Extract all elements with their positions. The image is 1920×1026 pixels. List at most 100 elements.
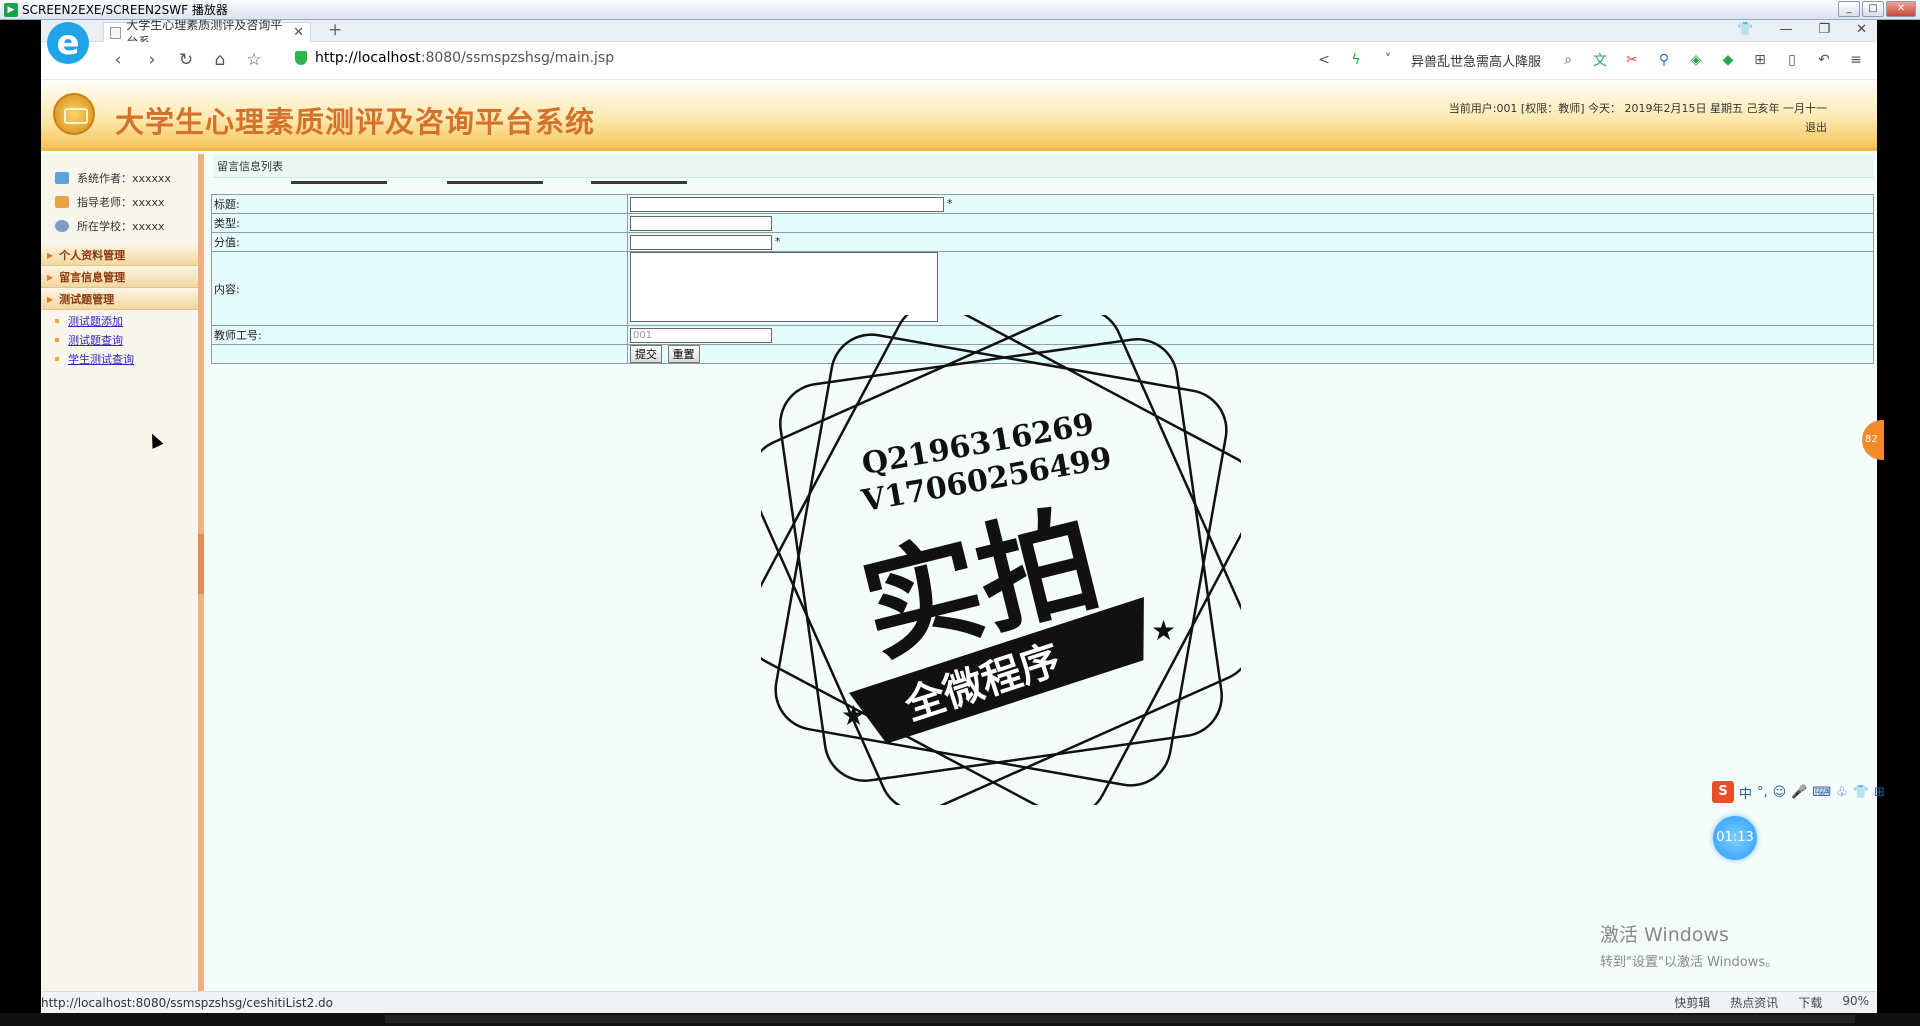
logout-link[interactable]: 退出	[1805, 119, 1827, 135]
main-content: 留言信息列表 标题: * 类型: 分值: * 内容: 教师工号: 001 提交 …	[211, 154, 1874, 991]
player-control-bar	[0, 1013, 1920, 1026]
secure-shield-icon	[295, 51, 307, 65]
school-icon	[55, 220, 69, 232]
download-button[interactable]: 下载	[1798, 994, 1822, 1011]
sub-item-student-test[interactable]: 学生测试查询	[41, 349, 198, 368]
security-shield-icon[interactable]: ◆	[1719, 52, 1737, 68]
ime-chinese-mode[interactable]: 中	[1739, 783, 1752, 802]
content-label: 内容:	[211, 251, 628, 326]
strip-segment	[591, 181, 687, 184]
site-title: 大学生心理素质测评及咨询平台系统	[115, 105, 596, 139]
sogou-ime-icon[interactable]: S	[1712, 781, 1734, 803]
title-input[interactable]	[630, 196, 944, 212]
home-button[interactable]: ⌂	[203, 50, 237, 70]
browser-restore-button[interactable]: ❐	[1818, 22, 1830, 37]
tab-close-icon[interactable]: ✕	[293, 25, 304, 40]
author-row: 系统作者：xxxxxx	[41, 166, 198, 190]
back-button[interactable]: ‹	[101, 50, 135, 70]
player-minimize-button[interactable]: _	[1838, 1, 1860, 17]
ime-menu-icon[interactable]: ⊞	[1874, 785, 1885, 800]
chevron-down-icon[interactable]: ˅	[1379, 52, 1397, 68]
player-close-button[interactable]: ✕	[1886, 1, 1916, 17]
browser-minimize-button[interactable]: —	[1779, 22, 1792, 37]
magnifier-icon[interactable]: ⚲	[1655, 52, 1673, 68]
player-logo-icon: ▶	[4, 2, 18, 17]
school-label: 所在学校：xxxxx	[77, 220, 165, 233]
gamepad-icon[interactable]: ◈	[1687, 52, 1705, 68]
search-icon[interactable]: ⌕	[1559, 52, 1577, 68]
menu-test-management[interactable]: ▶ 测试题管理	[41, 289, 198, 310]
score-label: 分值:	[211, 232, 628, 252]
translate-icon[interactable]: 文	[1591, 50, 1609, 70]
recording-timer[interactable]: 01:13	[1713, 816, 1757, 860]
browser-status-bar: http://localhost:8080/ssmspzshsg/ceshiti…	[41, 991, 1877, 1013]
ime-keyboard-icon[interactable]: ⌨	[1812, 785, 1831, 800]
player-title-bar: ▶ SCREEN2EXE/SCREEN2SWF 播放器 _ □ ✕	[0, 0, 1920, 20]
windows-activation-notice: 激活 Windows 转到"设置"以激活 Windows。	[1600, 920, 1778, 970]
ime-punctuation[interactable]: °,	[1757, 785, 1768, 800]
teacher-id-input[interactable]	[630, 327, 772, 343]
type-input[interactable]	[630, 215, 772, 231]
title-label: 标题:	[211, 194, 628, 214]
url-host: http://localhost	[315, 50, 421, 66]
player-maximize-button[interactable]: □	[1862, 1, 1884, 17]
skin-icon[interactable]: 👕	[1737, 22, 1753, 37]
required-mark: *	[775, 234, 781, 248]
address-bar[interactable]: http://localhost :8080/ssmspzshsg/main.j…	[295, 50, 614, 66]
ime-voice-icon[interactable]: 🎤	[1791, 785, 1807, 800]
player-window-controls: _ □ ✕	[1838, 1, 1916, 17]
student-test-link[interactable]: 学生测试查询	[68, 351, 134, 367]
ime-tools-icon[interactable]: ♧	[1836, 785, 1848, 800]
quick-clip-button[interactable]: 快剪辑	[1674, 994, 1710, 1011]
triangle-right-icon: ▶	[47, 272, 54, 282]
zoom-level[interactable]: 90%	[1842, 994, 1869, 1011]
apps-icon[interactable]: ⊞	[1751, 52, 1769, 68]
share-icon[interactable]: <	[1315, 52, 1333, 68]
reader-icon[interactable]: ▯	[1783, 52, 1801, 68]
score-input[interactable]	[630, 234, 772, 250]
scissors-icon[interactable]: ✂	[1623, 52, 1641, 68]
page-favicon-icon	[110, 26, 122, 39]
content-textarea[interactable]	[630, 252, 938, 322]
bolt-icon[interactable]: ϟ	[1347, 52, 1365, 68]
teacher-row: 指导老师：xxxxx	[41, 190, 198, 214]
teacher-icon	[55, 196, 69, 208]
site-banner: 大学生心理素质测评及咨询平台系统 当前用户:001 [权限：教师] 今天： 20…	[41, 81, 1877, 151]
tab-main[interactable]: 大学生心理素质测评及咨询平台系 ✕	[103, 20, 311, 49]
browser-close-button[interactable]: ✕	[1856, 22, 1867, 37]
bookmark-star-icon[interactable]: ☆	[237, 50, 271, 70]
sub-item-query-test[interactable]: 测试题查询	[41, 330, 198, 349]
add-test-link[interactable]: 测试题添加	[68, 313, 123, 329]
new-tab-button[interactable]: +	[328, 20, 342, 40]
ime-toolbar: S 中 °, ☺ 🎤 ⌨ ♧ 👕 ⊞	[1712, 778, 1920, 806]
query-test-link[interactable]: 测试题查询	[68, 332, 123, 348]
ime-skin-icon[interactable]: 👕	[1853, 785, 1869, 800]
status-url: http://localhost:8080/ssmspzshsg/ceshiti…	[41, 995, 333, 1010]
hot-news-button[interactable]: 热点资讯	[1730, 994, 1778, 1011]
triangle-right-icon: ▶	[47, 250, 54, 260]
splitter-handle[interactable]	[198, 534, 204, 594]
teacher-id-label: 教师工号:	[211, 325, 628, 345]
strip-segment	[447, 181, 543, 184]
triangle-right-icon: ▶	[47, 294, 54, 304]
url-path: :8080/ssmspzshsg/main.jsp	[420, 50, 615, 66]
browser-logo-icon[interactable]: e	[47, 20, 91, 70]
forward-button[interactable]: ›	[135, 50, 169, 70]
navigation-bar: ‹ › ↻ ⌂ ☆ http://localhost :8080/ssmspzs…	[41, 42, 1877, 80]
author-label: 系统作者：xxxxxx	[77, 172, 172, 185]
sidebar-splitter[interactable]	[198, 154, 204, 991]
menu-icon[interactable]: ≡	[1847, 52, 1865, 68]
sub-item-add-test[interactable]: 测试题添加	[41, 311, 198, 330]
row-title: 标题: *	[211, 194, 1874, 214]
submit-button[interactable]: 提交	[630, 345, 662, 363]
ime-emoji-icon[interactable]: ☺	[1773, 785, 1787, 800]
menu-message-management[interactable]: ▶ 留言信息管理	[41, 267, 198, 288]
undo-icon[interactable]: ↶	[1815, 52, 1833, 68]
test-question-form: 标题: * 类型: 分值: * 内容: 教师工号: 001 提交 重置	[211, 194, 1874, 364]
search-hint[interactable]: 异兽乱世急需高人降服	[1411, 51, 1541, 70]
reload-button[interactable]: ↻	[169, 50, 203, 70]
reset-button[interactable]: 重置	[667, 345, 700, 363]
player-seek-bar[interactable]	[385, 1015, 1855, 1023]
menu-personal-profile[interactable]: ▶ 个人资料管理	[41, 245, 198, 266]
required-mark: *	[947, 196, 953, 210]
